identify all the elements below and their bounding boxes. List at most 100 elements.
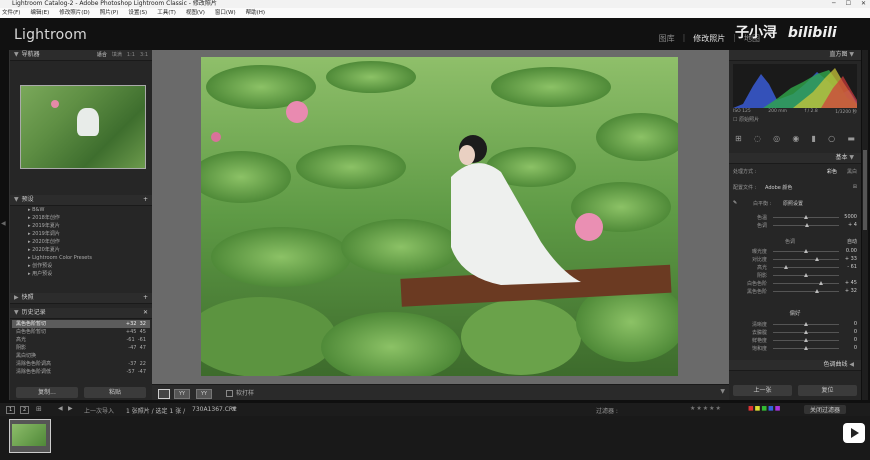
grid-view-icon[interactable]: ⊞: [36, 405, 42, 413]
presets-header[interactable]: ▼ 预设 +: [10, 195, 152, 206]
menu-tools[interactable]: 工具(T): [157, 8, 176, 18]
slider-knob[interactable]: [814, 256, 819, 261]
reset-button[interactable]: 复位: [798, 385, 857, 396]
filmstrip-thumbnail[interactable]: [9, 419, 51, 453]
preset-folder[interactable]: ▸ B&W: [10, 206, 152, 214]
profile-select[interactable]: Adobe 颜色: [765, 184, 853, 191]
history-item[interactable]: 阴影 -47 47: [12, 344, 150, 352]
slider-value[interactable]: 0: [839, 329, 857, 335]
video-play-icon[interactable]: [843, 423, 865, 443]
slider-knob[interactable]: [804, 337, 808, 342]
treatment-bw-option[interactable]: 黑白: [847, 168, 857, 175]
profile-browser-icon[interactable]: ⊞: [853, 184, 857, 191]
slider-value[interactable]: + 32: [839, 288, 857, 294]
slider-row[interactable]: 去朦胧 0: [729, 328, 861, 336]
slider-knob[interactable]: [805, 222, 810, 227]
slider-row[interactable]: 阴影: [729, 271, 861, 279]
maximize-icon[interactable]: ☐: [846, 0, 851, 8]
slider-knob[interactable]: [804, 248, 808, 253]
slider-track[interactable]: [773, 337, 839, 342]
slider-track[interactable]: [773, 214, 839, 219]
slider-value[interactable]: + 45: [839, 280, 857, 286]
crop-tool-icon[interactable]: ◌: [754, 134, 761, 143]
menu-develop[interactable]: 修改照片(D): [59, 8, 90, 18]
history-item[interactable]: 高光 -61 -61: [12, 336, 150, 344]
slider-track[interactable]: [773, 256, 839, 261]
slider-row[interactable]: 清晰度 0: [729, 320, 861, 328]
preset-folder[interactable]: ▸ 创作预设: [10, 262, 152, 270]
slider-value[interactable]: 5000: [839, 214, 857, 220]
history-item[interactable]: 黑色色阶暂切 +32 32: [12, 320, 150, 328]
copy-settings-button[interactable]: 复制...: [16, 387, 78, 398]
grid-overlay-icon[interactable]: ⊞: [735, 134, 742, 143]
slider-knob[interactable]: [814, 288, 819, 293]
history-header[interactable]: ▼ 历史记录 ✕: [10, 308, 152, 319]
add-snapshot-icon[interactable]: +: [143, 293, 148, 303]
slider-value[interactable]: + 4: [839, 222, 857, 228]
zoom-1-1[interactable]: 1:1: [127, 50, 135, 60]
navigator-preview[interactable]: [20, 85, 146, 169]
snapshots-header[interactable]: ▶ 快照 +: [10, 293, 152, 304]
basic-header[interactable]: 基本 ▼: [729, 153, 861, 164]
adjustment-brush-icon[interactable]: ▬: [847, 134, 855, 143]
slider-track[interactable]: [773, 272, 839, 277]
slider-row[interactable]: 黑色色阶 + 32: [729, 287, 861, 295]
slider-track[interactable]: [773, 248, 839, 253]
filter-select[interactable]: 关闭过滤器: [804, 405, 847, 414]
slider-track[interactable]: [773, 264, 839, 269]
slider-value[interactable]: 0: [839, 321, 857, 327]
menu-photo[interactable]: 照片(P): [100, 8, 119, 18]
menu-window[interactable]: 窗口(W): [215, 8, 236, 18]
add-preset-icon[interactable]: +: [143, 195, 148, 205]
preset-folder[interactable]: ▸ 2019年调片: [10, 230, 152, 238]
slider-value[interactable]: - 61: [839, 264, 857, 270]
wb-select[interactable]: 原照设置: [783, 200, 803, 207]
slider-track[interactable]: [773, 345, 839, 350]
back-arrow-icon[interactable]: ◀: [58, 405, 63, 412]
right-panel-scrollbar[interactable]: [862, 50, 868, 400]
history-item[interactable]: 黑白切换: [12, 352, 150, 360]
radial-filter-icon[interactable]: ○: [828, 134, 835, 143]
treatment-color-option[interactable]: 彩色: [827, 168, 837, 175]
preset-folder[interactable]: ▸ Lightroom Color Presets: [10, 254, 152, 262]
slider-knob[interactable]: [784, 264, 789, 269]
slider-row[interactable]: 白色色阶 + 45: [729, 279, 861, 287]
slider-row[interactable]: 曝光度 0.00: [729, 247, 861, 255]
zoom-3-1[interactable]: 3:1: [140, 50, 148, 60]
toolbar-menu-icon[interactable]: ▼: [720, 388, 725, 395]
preset-folder[interactable]: ▸ 2019年夏片: [10, 222, 152, 230]
navigator-header[interactable]: ▼ 导航器 适合 填满 1:1 3:1: [10, 50, 152, 61]
slider-row[interactable]: 对比度 + 33: [729, 255, 861, 263]
forward-arrow-icon[interactable]: ▶: [68, 405, 73, 412]
soft-proof-checkbox[interactable]: [226, 390, 233, 397]
left-panel-toggle-icon[interactable]: ◀: [1, 220, 6, 227]
slider-track[interactable]: [773, 280, 839, 285]
menu-file[interactable]: 文件(F): [2, 8, 20, 18]
loupe-view-icon[interactable]: [158, 389, 170, 399]
preset-folder[interactable]: ▸ 2020年夏片: [10, 246, 152, 254]
menu-settings[interactable]: 设置(S): [128, 8, 147, 18]
slider-knob[interactable]: [804, 321, 808, 326]
paste-settings-button[interactable]: 粘贴: [84, 387, 146, 398]
filename-dropdown-icon[interactable]: ▼: [232, 406, 236, 412]
slider-knob[interactable]: [804, 345, 808, 350]
rating-filter-stars[interactable]: ★★★★★: [690, 405, 722, 412]
slider-knob[interactable]: [818, 280, 823, 285]
slider-track[interactable]: [773, 288, 839, 293]
preset-folder[interactable]: ▸ 2020年创作: [10, 238, 152, 246]
menu-help[interactable]: 帮助(H): [246, 8, 265, 18]
spot-removal-icon[interactable]: ◎: [773, 134, 780, 143]
before-after-split-icon[interactable]: YY: [196, 389, 212, 399]
before-after-icon[interactable]: YY: [174, 389, 190, 399]
slider-value[interactable]: 0.00: [839, 248, 857, 254]
zoom-fit[interactable]: 适合: [97, 50, 107, 60]
preset-folder[interactable]: ▸ 2018年创作: [10, 214, 152, 222]
slider-track[interactable]: [773, 321, 839, 326]
photo-canvas[interactable]: [152, 50, 729, 384]
slider-knob[interactable]: [804, 214, 808, 219]
tone-auto-button[interactable]: 自动: [847, 238, 857, 245]
histogram-header[interactable]: 直方图 ▼: [729, 50, 861, 61]
slider-value[interactable]: 0: [839, 345, 857, 351]
close-icon[interactable]: ✕: [861, 0, 866, 8]
page1-button[interactable]: 1: [6, 406, 16, 414]
